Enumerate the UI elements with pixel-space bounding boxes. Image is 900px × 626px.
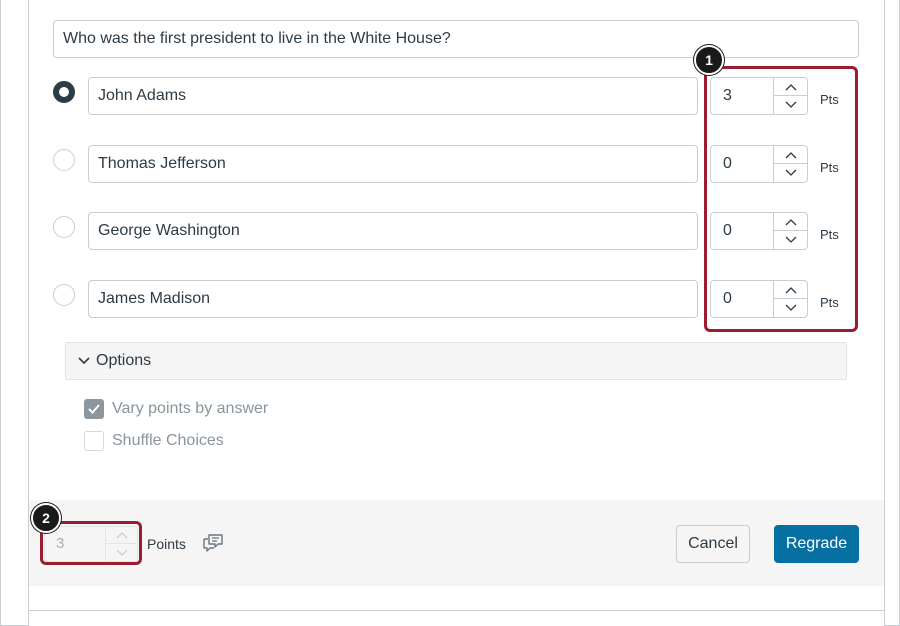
answer-1-input[interactable] [88,77,698,115]
callout-highlight-answer-points [704,66,858,332]
answer-4-correct-radio[interactable] [53,284,75,306]
shuffle-choices-option[interactable]: Shuffle Choices [84,431,224,451]
cancel-button[interactable]: Cancel [676,525,750,563]
question-text-input[interactable] [53,20,859,58]
feedback-comment-icon[interactable] [202,533,224,553]
vary-points-label: Vary points by answer [112,400,269,417]
options-label: Options [96,352,152,369]
answer-3-correct-radio[interactable] [53,216,75,238]
points-label: Points [147,536,186,552]
answer-1-correct-radio[interactable] [53,81,75,103]
shuffle-choices-label: Shuffle Choices [112,432,224,449]
answer-2-input[interactable] [88,145,698,183]
checkmark-icon [88,404,100,414]
vary-points-checkbox[interactable] [84,399,104,419]
divider [29,610,884,611]
callout-badge-1: 1 [694,45,724,75]
callout-badge-2: 2 [31,503,61,533]
vary-points-option[interactable]: Vary points by answer [84,399,268,419]
answer-2-correct-radio[interactable] [53,149,75,171]
chevron-down-icon [78,357,90,365]
shuffle-choices-checkbox[interactable] [84,431,104,451]
answer-3-input[interactable] [88,212,698,250]
answer-4-input[interactable] [88,280,698,318]
regrade-button[interactable]: Regrade [774,525,859,563]
options-toggle[interactable]: Options [65,342,847,380]
